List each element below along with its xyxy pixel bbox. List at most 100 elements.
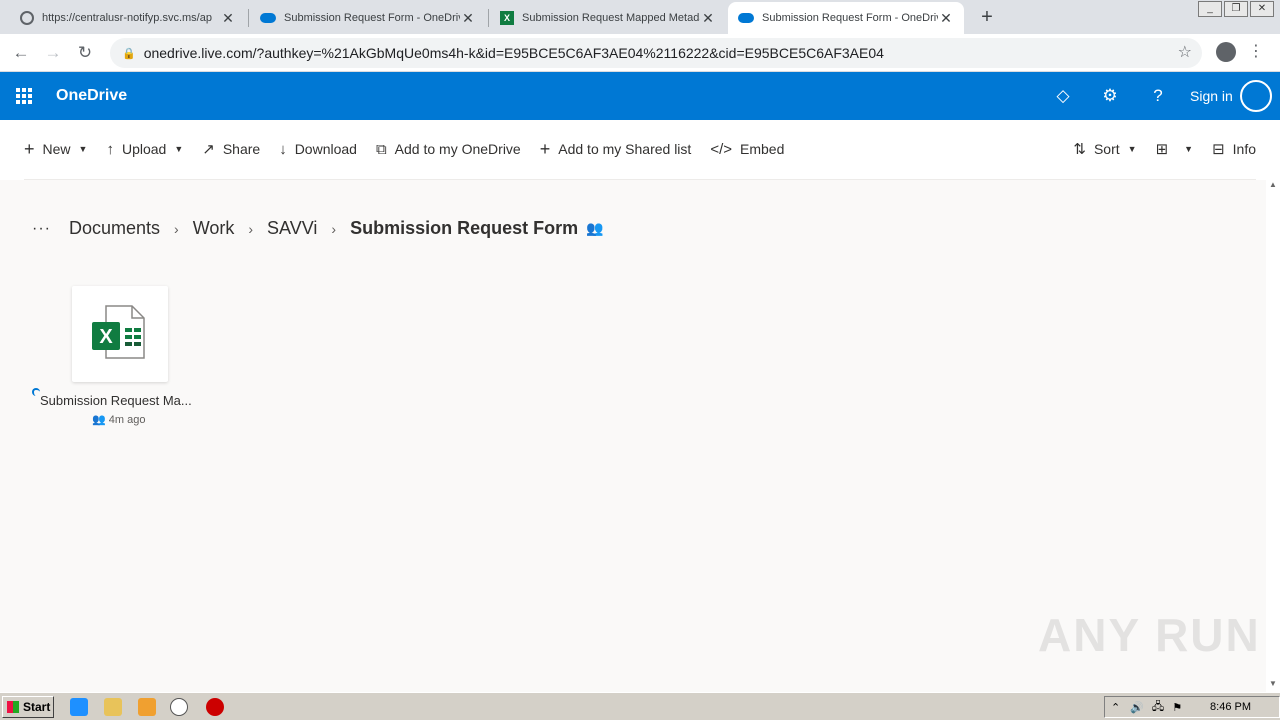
minimize-icon[interactable]: _ [1198,1,1222,17]
help-icon[interactable]: ? [1146,84,1170,108]
add-to-onedrive-button[interactable]: ⧉ Add to my OneDrive [376,141,521,158]
plus-icon: + [24,138,35,159]
close-tab-icon[interactable]: ✕ [460,10,476,27]
breadcrumb-item[interactable]: Documents [69,218,160,239]
alert-icon[interactable] [206,698,224,716]
bookmark-star-icon[interactable]: ☆ [1178,42,1192,62]
chevron-down-icon: ▼ [78,144,88,154]
tiles-view-icon: ⊞ [1155,141,1169,158]
globe-icon [20,11,34,25]
chevron-right-icon: › [248,220,254,237]
close-tab-icon[interactable]: ✕ [700,10,716,27]
file-tile[interactable]: X [72,286,168,382]
add-to-shared-list-button[interactable]: + Add to my Shared list [540,139,692,160]
chevron-right-icon: › [174,220,179,237]
new-button[interactable]: + New ▼ [24,139,87,160]
close-tab-icon[interactable]: ✕ [938,10,954,27]
app-launcher-icon[interactable] [16,88,32,104]
browser-tab[interactable]: X Submission Request Mapped Metada ✕ [490,2,726,34]
restore-icon[interactable]: ❐ [1224,1,1248,17]
download-arrow-icon: ↓ [279,140,287,158]
embed-button[interactable]: </> Embed [710,141,784,158]
network-icon[interactable]: 🖧 [1152,698,1164,717]
profile-icon[interactable] [1216,42,1236,62]
vertical-scrollbar[interactable]: ▲ ▼ [1266,180,1280,692]
tray-expand-icon[interactable]: ⌃ [1111,701,1120,714]
close-window-icon[interactable]: ✕ [1250,1,1274,17]
add-to-shared-label: Add to my Shared list [558,141,692,157]
scroll-down-arrow-icon[interactable]: ▼ [1266,679,1280,688]
browser-tab-strip: https://centralusr-notifyp.svc.ms/ap ✕ S… [0,0,1280,34]
tab-title: Submission Request Form - OneDrive [284,12,460,24]
chevron-down-icon: ▼ [1127,144,1137,154]
browser-tab-active[interactable]: Submission Request Form - OneDrive ✕ [728,2,964,34]
chrome-icon[interactable] [170,698,188,716]
forward-arrow-icon[interactable]: → [42,42,64,64]
close-tab-icon[interactable]: ✕ [220,10,236,27]
shared-people-icon: 👥 [92,414,106,426]
svg-text:X: X [99,326,113,348]
sort-icon: ⇅ [1073,141,1086,158]
upload-button[interactable]: ↑ Upload ▼ [106,141,183,158]
browser-tab[interactable]: https://centralusr-notifyp.svc.ms/ap ✕ [10,2,246,34]
url-input[interactable]: 🔒 onedrive.live.com/?authkey=%21AkGbMqUe… [110,38,1202,68]
address-bar: ← → ↻ 🔒 onedrive.live.com/?authkey=%21Ak… [0,34,1280,72]
tab-title: Submission Request Mapped Metada [522,12,700,24]
upload-label: Upload [121,141,167,157]
new-tab-icon[interactable]: + [976,6,998,29]
tab-title: Submission Request Form - OneDrive [762,12,938,24]
file-modified: 4m ago [108,414,146,426]
scroll-up-arrow-icon[interactable]: ▲ [1266,180,1280,189]
sort-label: Sort [1093,141,1120,157]
clock: 8:46 PM [1210,701,1251,713]
excel-file-icon: X [92,305,145,359]
watermark-logo: ANY RUN [1038,609,1261,661]
shared-people-icon: 👥 [586,220,604,236]
embed-label: Embed [740,141,785,157]
new-label: New [42,141,71,157]
app-header: OneDrive ◇ ⚙ ? Sign in [0,72,1280,120]
breadcrumb-item[interactable]: Work [193,218,235,239]
start-button[interactable]: Start [2,696,54,718]
onedrive-cloud-icon [738,13,754,23]
url-text: onedrive.live.com/?authkey=%21AkGbMqUe0m… [143,45,884,61]
plus-icon: + [539,138,551,159]
taskbar: Start ⌃ 🔊 🖧 ⚑ 8:46 PM [0,692,1280,720]
flag-icon[interactable]: ⚑ [1172,701,1182,714]
share-icon: ↗ [202,141,215,158]
onedrive-cloud-icon [260,13,276,23]
file-name[interactable]: Submission Request Ma... [40,393,192,408]
sync-spinner-icon [32,388,40,396]
volume-icon[interactable]: 🔊 [1130,701,1144,714]
browser-tab[interactable]: Submission Request Form - OneDrive ✕ [250,2,486,34]
media-player-icon[interactable] [138,698,156,716]
more-breadcrumbs-icon[interactable]: ··· [32,220,51,238]
premium-diamond-icon[interactable]: ◇ [1051,84,1075,108]
chevron-down-icon: ▼ [1184,144,1194,154]
app-title[interactable]: OneDrive [56,87,127,105]
info-button[interactable]: ⊟ Info [1212,140,1256,158]
settings-gear-icon[interactable]: ⚙ [1098,84,1122,108]
back-arrow-icon[interactable]: ← [10,42,32,64]
user-avatar-icon[interactable] [1240,80,1272,112]
sign-in-link[interactable]: Sign in [1190,88,1233,104]
code-icon: </> [710,140,732,158]
breadcrumb: ··· Documents › Work › SAVVi › Submissio… [32,218,604,239]
download-label: Download [294,141,357,157]
download-button[interactable]: ↓ Download [279,141,357,158]
share-label: Share [222,141,261,157]
file-meta: 👥 4m ago [92,413,145,426]
system-tray: ⌃ 🔊 🖧 ⚑ 8:46 PM [1104,696,1280,718]
internet-explorer-icon[interactable] [70,698,88,716]
view-switcher-button[interactable]: ⊞ ▼ [1156,140,1194,158]
add-to-drive-icon: ⧉ [375,140,387,158]
upload-arrow-icon: ↑ [106,140,114,158]
start-label: Start [23,700,51,714]
breadcrumb-item[interactable]: SAVVi [267,218,317,239]
reload-icon[interactable]: ↻ [74,42,96,64]
file-explorer-icon[interactable] [104,698,122,716]
kebab-menu-icon[interactable]: ⋮ [1248,42,1264,62]
share-button[interactable]: ↗ Share [202,140,260,158]
window-controls: _ ❐ ✕ [1198,1,1274,17]
sort-button[interactable]: ⇅ Sort ▼ [1073,140,1136,158]
